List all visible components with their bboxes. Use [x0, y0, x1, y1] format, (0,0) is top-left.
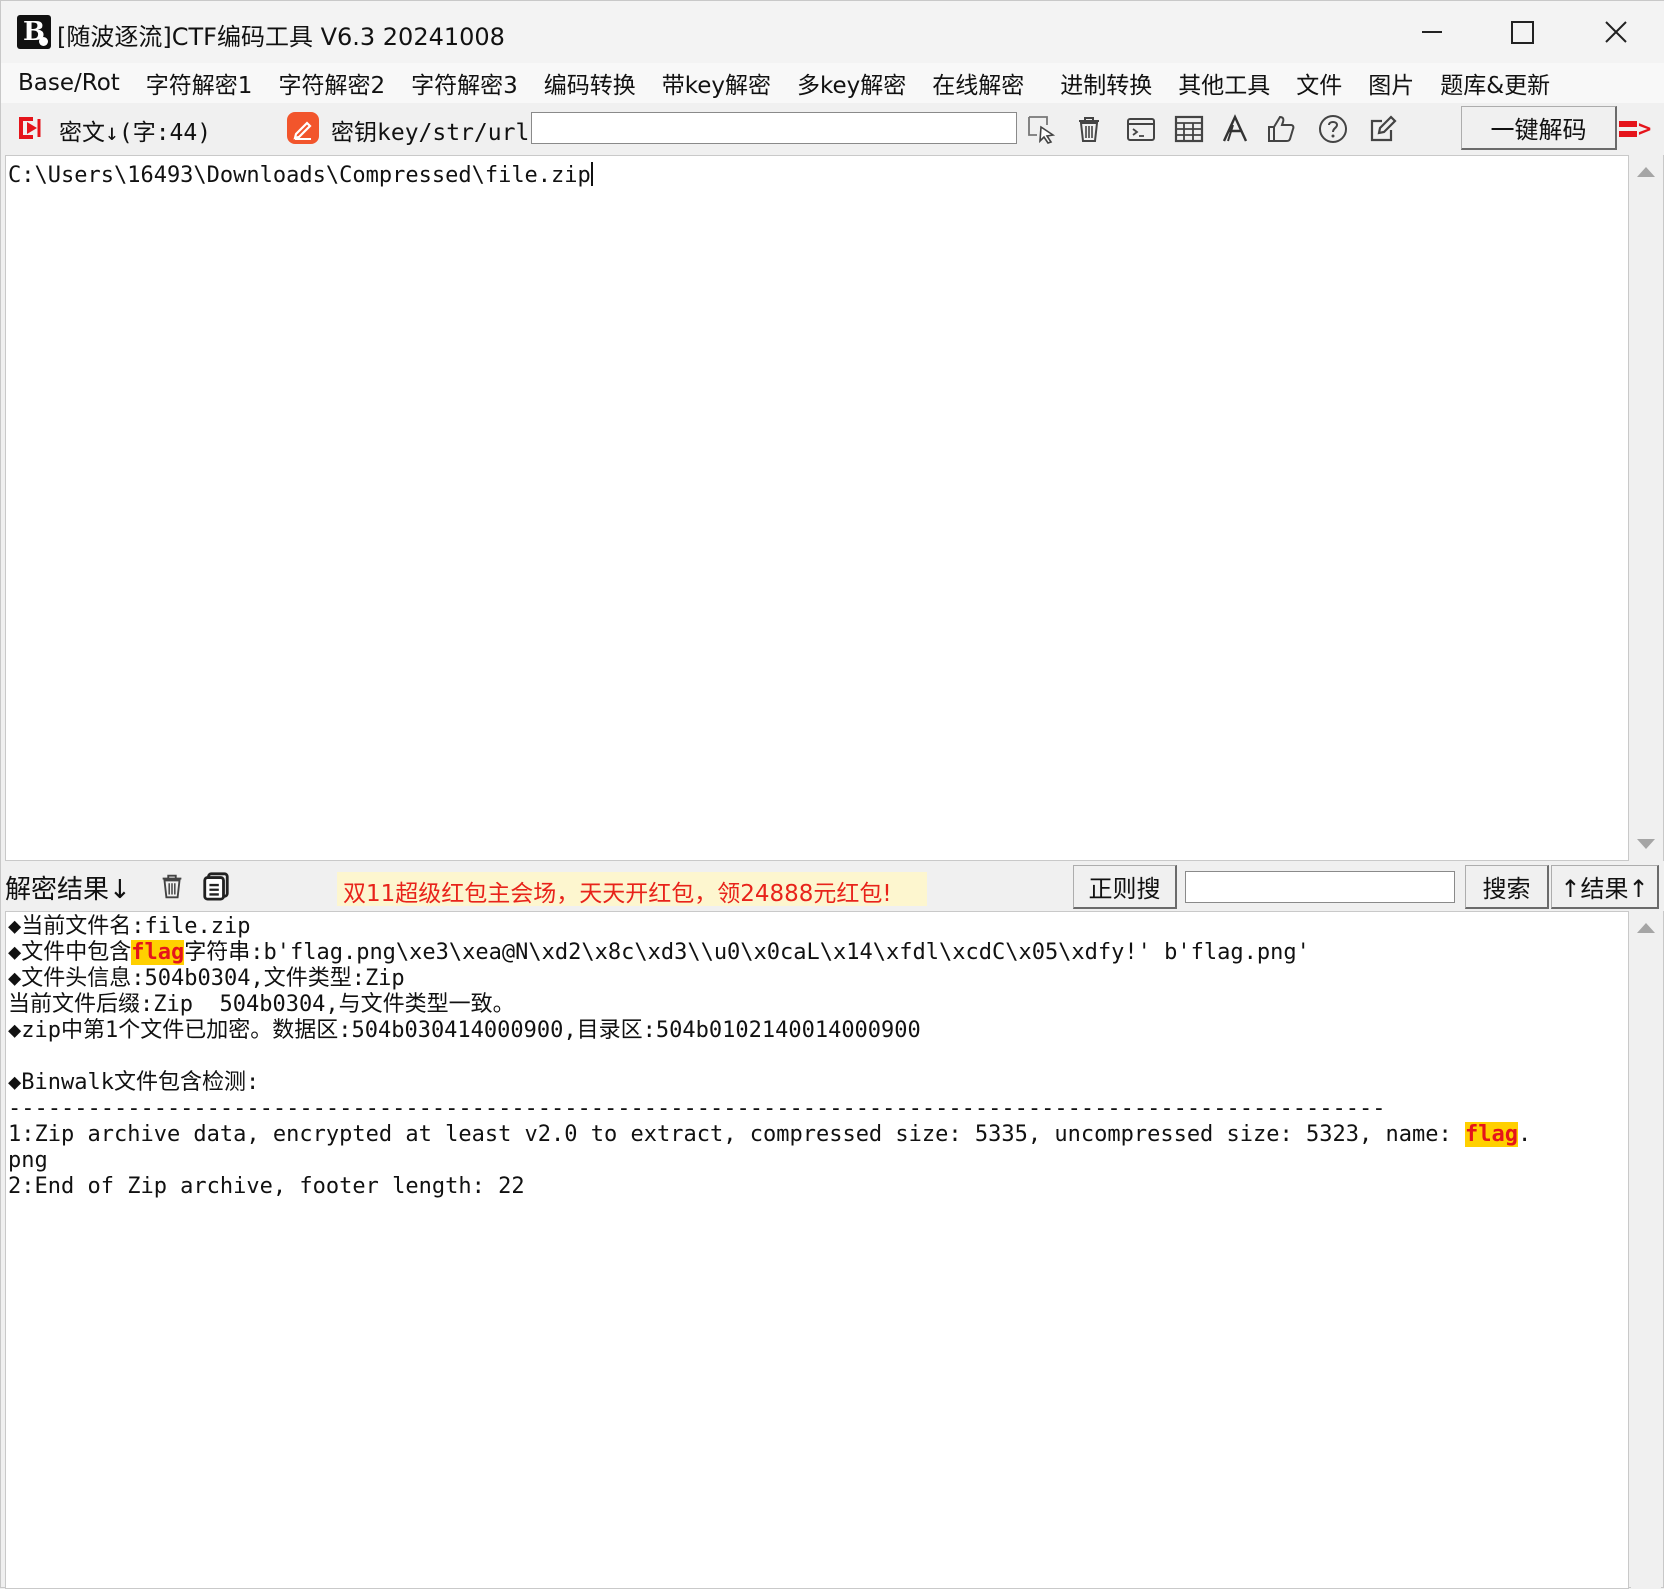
ciphertext-text: C:\Users\16493\Downloads\Compressed\file… [8, 163, 591, 188]
title-bar: B [随波逐流]CTF编码工具 V6.3 20241008 [1, 1, 1664, 63]
copy-result-icon[interactable] [201, 871, 231, 901]
edit-note-icon[interactable] [1367, 113, 1399, 145]
app-logo-icon: B [17, 15, 51, 49]
search-button[interactable]: 搜索 [1465, 865, 1549, 909]
menu-key-decrypt[interactable]: 带key解密 [649, 62, 784, 104]
result-bar: 解密结果↓ 双11超级红包主会场，天天开红包，领24888元红包! 正则搜 搜索… [1, 861, 1664, 911]
font-icon[interactable] [1219, 113, 1251, 145]
clear-result-trash-icon[interactable] [157, 871, 187, 901]
flag-highlight: flag [1464, 1122, 1518, 1147]
result-up-button[interactable]: ↑结果↑ [1551, 865, 1659, 909]
key-input[interactable] [531, 112, 1017, 144]
thumbs-up-icon[interactable] [1265, 113, 1297, 145]
edit-key-icon[interactable] [287, 112, 319, 144]
window-title: [随波逐流]CTF编码工具 V6.3 20241008 [57, 23, 505, 51]
menu-base-convert[interactable]: 进制转换 [1047, 62, 1165, 104]
key-label: 密钥key/str/url: [331, 120, 544, 146]
menu-bar: Base/Rot 字符解密1 字符解密2 字符解密3 编码转换 带key解密 多… [1, 63, 1664, 103]
help-icon[interactable] [1317, 113, 1349, 145]
menu-image[interactable]: 图片 [1355, 62, 1427, 104]
result-line: ◆Binwalk文件包含检测: [8, 1070, 260, 1095]
trash-icon[interactable] [1073, 113, 1105, 145]
decode-all-button[interactable]: 一键解码 [1461, 106, 1617, 150]
menu-question-bank-update[interactable]: 题库&更新 [1427, 62, 1563, 104]
app-window: B [随波逐流]CTF编码工具 V6.3 20241008 Base/Rot 字… [0, 0, 1664, 1589]
ciphertext-label: 密文↓(字:44) [59, 120, 212, 146]
scroll-up-arrow-icon[interactable] [1637, 167, 1655, 177]
close-button[interactable] [1567, 1, 1664, 63]
terminal-icon[interactable] [1125, 113, 1157, 145]
toolbar: 密文↓(字:44) 密钥key/str/url: 一键解码 > [1, 103, 1664, 155]
menu-multi-key-decrypt[interactable]: 多key解密 [784, 62, 919, 104]
select-pointer-icon[interactable] [1025, 113, 1057, 145]
output-scrollbar[interactable] [1631, 911, 1661, 1589]
result-line: ◆当前文件名:file.zip [8, 914, 251, 939]
menu-file[interactable]: 文件 [1283, 62, 1355, 104]
search-input[interactable] [1185, 871, 1455, 903]
export-icon[interactable] [15, 113, 45, 143]
result-line: 2:End of Zip archive, footer length: 22 [8, 1174, 525, 1199]
result-label: 解密结果↓ [5, 875, 131, 905]
close-icon [1605, 21, 1627, 43]
input-scrollbar[interactable] [1631, 155, 1661, 861]
arrow-indicator-icon: > [1619, 109, 1663, 149]
menu-char-decrypt-1[interactable]: 字符解密1 [133, 62, 266, 104]
text-caret [590, 162, 593, 186]
menu-char-decrypt-2[interactable]: 字符解密2 [265, 62, 398, 104]
ciphertext-input[interactable]: C:\Users\16493\Downloads\Compressed\file… [5, 155, 1629, 861]
scroll-up-arrow-icon[interactable] [1637, 923, 1655, 933]
menu-online-decrypt[interactable]: 在线解密 [919, 62, 1037, 104]
result-line: ◆zip中第1个文件已加密。数据区:504b030414000900,目录区:5… [8, 1018, 921, 1043]
result-line [8, 1044, 1626, 1070]
result-line: ◆文件头信息:504b0304,文件类型:Zip [8, 966, 405, 991]
result-line: 当前文件后缀:Zip 504b0304,与文件类型一致。 [8, 992, 515, 1017]
flag-highlight: flag [131, 940, 185, 965]
maximize-button[interactable] [1477, 1, 1567, 63]
result-line: ◆文件中包含flag字符串:b'flag.png\xe3\xea@N\xd2\x… [8, 940, 1310, 965]
result-output[interactable]: ◆当前文件名:file.zip ◆文件中包含flag字符串:b'flag.png… [5, 911, 1629, 1589]
result-line: 1:Zip archive data, encrypted at least v… [8, 1122, 1532, 1147]
menu-base-rot[interactable]: Base/Rot [5, 66, 133, 100]
result-line: png [8, 1148, 48, 1173]
menu-encoding-convert[interactable]: 编码转换 [531, 62, 649, 104]
result-line: ----------------------------------------… [8, 1096, 1386, 1121]
ad-banner-link[interactable]: 双11超级红包主会场，天天开红包，领24888元红包! [337, 872, 927, 907]
scroll-down-arrow-icon[interactable] [1637, 839, 1655, 849]
menu-char-decrypt-3[interactable]: 字符解密3 [398, 62, 531, 104]
minimize-button[interactable] [1387, 1, 1477, 63]
menu-other-tools[interactable]: 其他工具 [1165, 62, 1283, 104]
regex-search-button[interactable]: 正则搜 [1073, 865, 1177, 909]
table-icon[interactable] [1173, 113, 1205, 145]
